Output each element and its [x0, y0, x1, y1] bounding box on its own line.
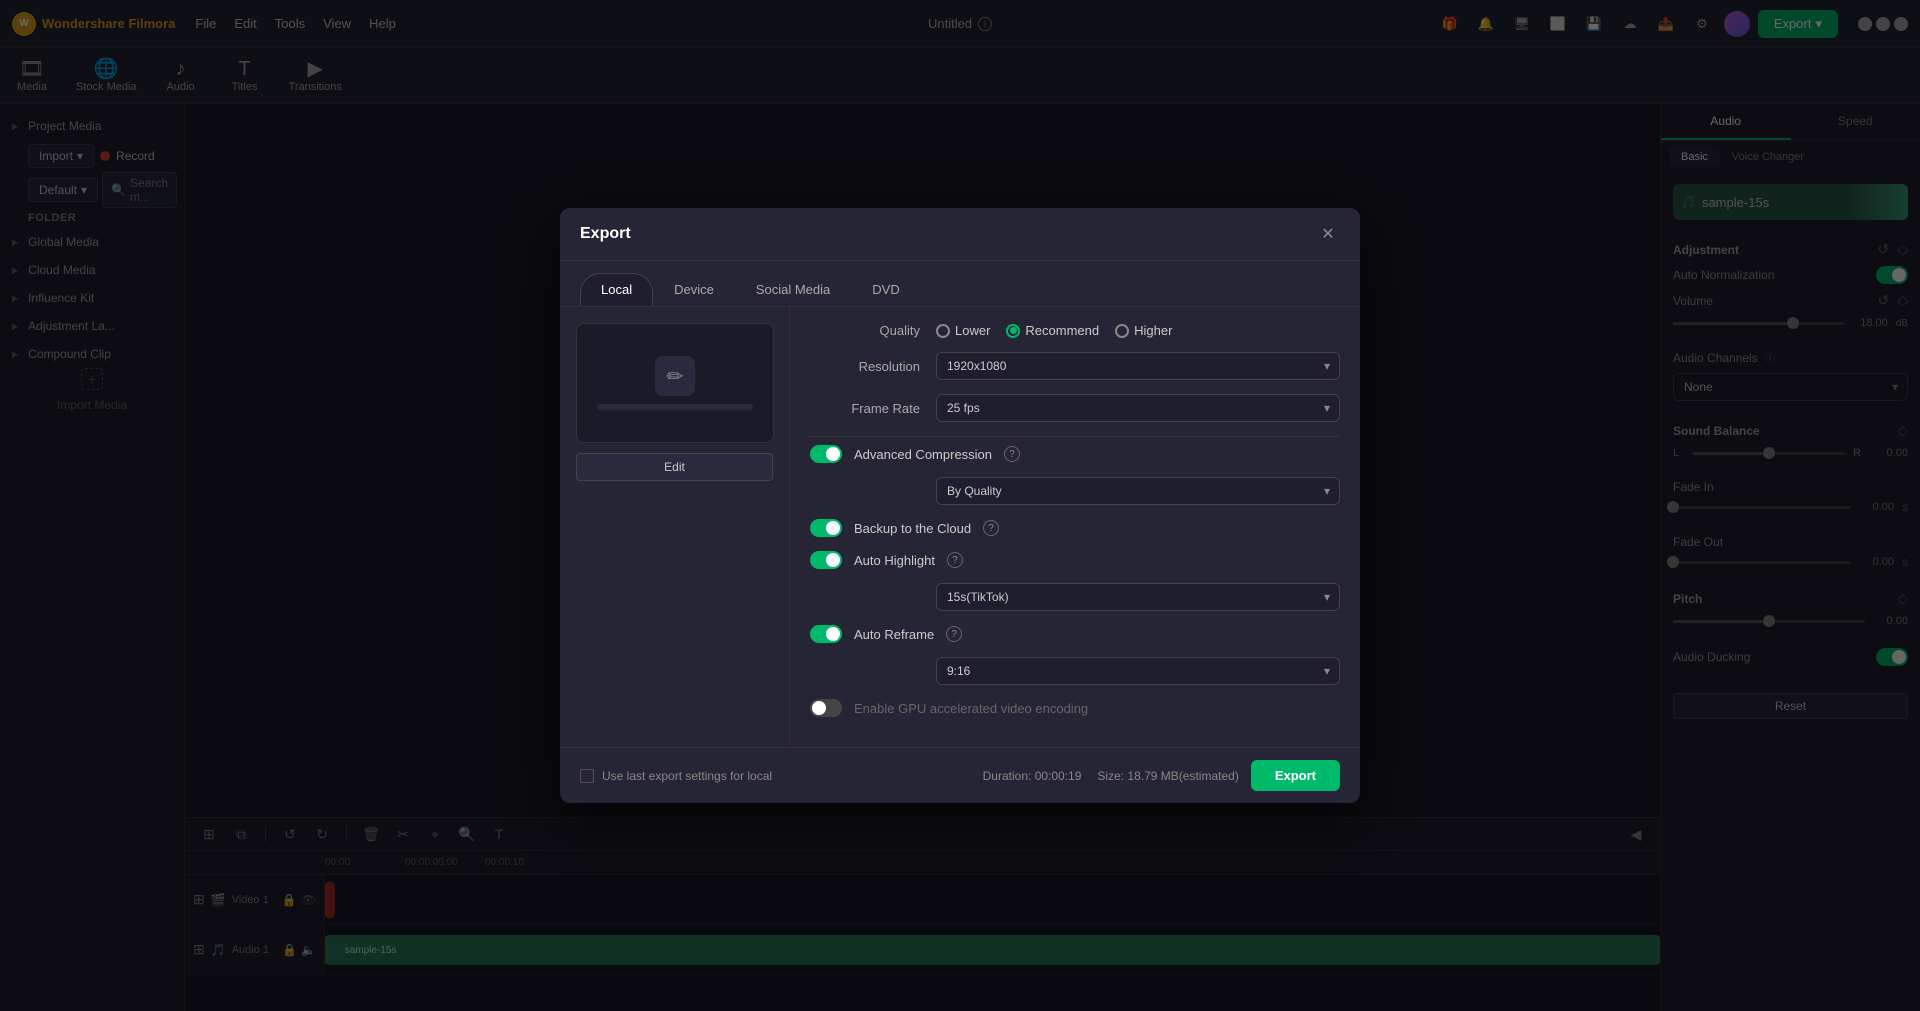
resolution-row: Resolution 1920x1080 1280x720 854x480	[810, 352, 1340, 380]
edit-button[interactable]: Edit	[576, 453, 773, 481]
size-info: Size: 18.79 MB(estimated)	[1097, 769, 1238, 783]
quality-lower-label: Lower	[955, 323, 990, 338]
preview-line	[597, 404, 754, 410]
duration-info: Duration: 00:00:19	[983, 769, 1082, 783]
preview-edit-icon: ✏	[655, 356, 695, 396]
frame-rate-control: 25 fps 30 fps 60 fps	[936, 394, 1340, 422]
size-label: Size:	[1097, 769, 1124, 783]
backup-cloud-label: Backup to the Cloud	[854, 521, 971, 536]
auto-reframe-label: Auto Reframe	[854, 627, 934, 642]
resolution-label: Resolution	[810, 359, 920, 374]
export-modal: Export ✕ Local Device Social Media DVD ✏…	[560, 208, 1360, 803]
quality-recommend-radio[interactable]	[1006, 324, 1020, 338]
duration-label: Duration:	[983, 769, 1032, 783]
resolution-select[interactable]: 1920x1080 1280x720 854x480	[936, 352, 1340, 380]
frame-rate-select[interactable]: 25 fps 30 fps 60 fps	[936, 394, 1340, 422]
advanced-compression-help-icon[interactable]: ?	[1004, 446, 1020, 462]
highlight-duration-control: 15s(TikTok) 30s 60s	[936, 583, 1340, 611]
auto-highlight-toggle[interactable]	[810, 551, 842, 569]
auto-highlight-row: Auto Highlight ?	[810, 551, 1340, 569]
modal-tabs: Local Device Social Media DVD	[560, 261, 1360, 307]
reframe-ratio-control: 9:16 1:1 4:5	[936, 657, 1340, 685]
highlight-duration-select[interactable]: 15s(TikTok) 30s 60s	[936, 583, 1340, 611]
quality-label: Quality	[810, 323, 920, 338]
advanced-compression-toggle[interactable]	[810, 445, 842, 463]
gpu-toggle[interactable]	[810, 699, 842, 717]
modal-tab-local[interactable]: Local	[580, 273, 653, 306]
quality-recommend[interactable]: Recommend	[1006, 323, 1099, 338]
quality-lower[interactable]: Lower	[936, 323, 990, 338]
advanced-compression-row: Advanced Compression ?	[810, 445, 1340, 463]
modal-tab-social-media[interactable]: Social Media	[735, 273, 851, 306]
auto-reframe-row: Auto Reframe ?	[810, 625, 1340, 643]
modal-right-panel: Quality Lower Recommend Higher	[790, 307, 1360, 747]
backup-cloud-help-icon[interactable]: ?	[983, 520, 999, 536]
by-quality-row: By Quality By Bitrate	[810, 477, 1340, 505]
checkbox-box[interactable]	[580, 769, 594, 783]
modal-overlay: Export ✕ Local Device Social Media DVD ✏…	[0, 0, 1920, 1011]
size-value: 18.79 MB(estimated)	[1127, 769, 1238, 783]
backup-cloud-toggle[interactable]	[810, 519, 842, 537]
footer-meta: Duration: 00:00:19 Size: 18.79 MB(estima…	[983, 769, 1239, 783]
by-quality-select[interactable]: By Quality By Bitrate	[936, 477, 1340, 505]
modal-header: Export ✕	[560, 208, 1360, 261]
advanced-compression-label: Advanced Compression	[854, 447, 992, 462]
export-final-button[interactable]: Export	[1251, 760, 1340, 791]
quality-higher[interactable]: Higher	[1115, 323, 1172, 338]
modal-title: Export	[580, 225, 631, 243]
use-last-settings-label: Use last export settings for local	[602, 769, 772, 783]
reframe-ratio-row: 9:16 1:1 4:5	[810, 657, 1340, 685]
frame-rate-label: Frame Rate	[810, 401, 920, 416]
modal-left-panel: ✏ Edit	[560, 307, 790, 747]
divider-1	[810, 436, 1340, 437]
gpu-row: Enable GPU accelerated video encoding	[810, 699, 1340, 717]
auto-reframe-help-icon[interactable]: ?	[946, 626, 962, 642]
modal-tab-dvd[interactable]: DVD	[851, 273, 920, 306]
modal-body: ✏ Edit Quality Lower	[560, 307, 1360, 747]
quality-higher-radio[interactable]	[1115, 324, 1129, 338]
by-quality-control: By Quality By Bitrate	[936, 477, 1340, 505]
reframe-ratio-select[interactable]: 9:16 1:1 4:5	[936, 657, 1340, 685]
highlight-duration-row: 15s(TikTok) 30s 60s	[810, 583, 1340, 611]
quality-control: Lower Recommend Higher	[936, 323, 1340, 338]
quality-lower-radio[interactable]	[936, 324, 950, 338]
use-last-settings-checkbox[interactable]: Use last export settings for local	[580, 769, 772, 783]
quality-recommend-label: Recommend	[1025, 323, 1099, 338]
modal-close-btn[interactable]: ✕	[1316, 222, 1340, 246]
preview-box: ✏	[576, 323, 774, 443]
resolution-control: 1920x1080 1280x720 854x480	[936, 352, 1340, 380]
modal-footer: Use last export settings for local Durat…	[560, 747, 1360, 803]
gpu-label: Enable GPU accelerated video encoding	[854, 701, 1088, 716]
auto-reframe-toggle[interactable]	[810, 625, 842, 643]
auto-highlight-help-icon[interactable]: ?	[947, 552, 963, 568]
auto-highlight-label: Auto Highlight	[854, 553, 935, 568]
backup-cloud-row: Backup to the Cloud ?	[810, 519, 1340, 537]
quality-row: Quality Lower Recommend Higher	[810, 323, 1340, 338]
frame-rate-row: Frame Rate 25 fps 30 fps 60 fps	[810, 394, 1340, 422]
quality-higher-label: Higher	[1134, 323, 1172, 338]
duration-value: 00:00:19	[1035, 769, 1082, 783]
modal-tab-device[interactable]: Device	[653, 273, 735, 306]
